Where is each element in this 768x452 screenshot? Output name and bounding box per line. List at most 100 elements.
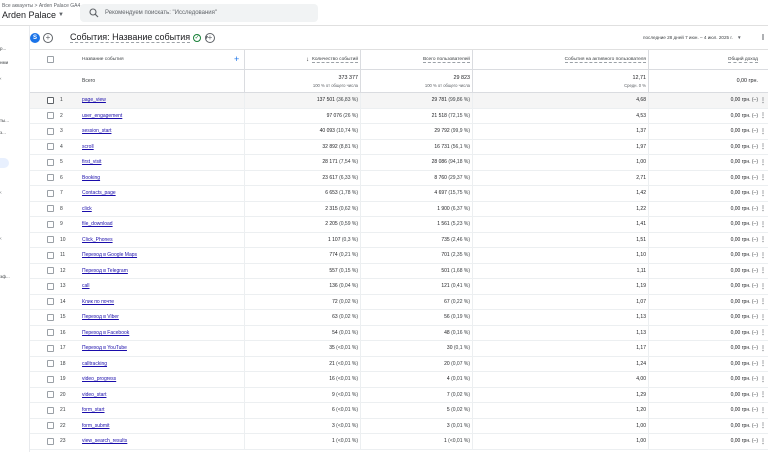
row-checkbox-cell[interactable] bbox=[45, 326, 55, 341]
event-name-cell[interactable]: video_progress bbox=[82, 372, 242, 387]
row-checkbox-cell[interactable] bbox=[45, 140, 55, 155]
event-name-cell[interactable]: session_start bbox=[82, 124, 242, 139]
row-checkbox[interactable] bbox=[46, 437, 54, 445]
more-vert-icon[interactable]: ⋮ bbox=[758, 419, 768, 434]
table-row[interactable]: 7 Contacts_page 6 653 (1,78 %) 4 697 (15… bbox=[30, 186, 768, 202]
event-name-link[interactable]: video_progress bbox=[82, 376, 116, 382]
add-comparison-button[interactable]: + bbox=[43, 33, 53, 43]
row-checkbox[interactable] bbox=[46, 313, 54, 321]
row-checkbox[interactable] bbox=[46, 236, 54, 244]
row-checkbox-cell[interactable] bbox=[45, 419, 55, 434]
table-row[interactable]: 17 Переход в YouTube 35 (<0,01 %) 30 (0,… bbox=[30, 341, 768, 357]
table-row[interactable]: 10 Click_Phones 1 107 (0,3 %) 735 (2,46 … bbox=[30, 232, 768, 248]
event-name-link[interactable]: Переход в Viber bbox=[82, 314, 119, 320]
row-checkbox[interactable] bbox=[46, 267, 54, 275]
event-name-link[interactable]: session_start bbox=[82, 128, 111, 134]
row-checkbox-cell[interactable] bbox=[45, 403, 55, 418]
row-checkbox-cell[interactable] bbox=[45, 341, 55, 356]
event-name-cell[interactable]: scroll bbox=[82, 140, 242, 155]
table-row[interactable]: 5 first_visit 28 171 (7,54 %) 28 086 (94… bbox=[30, 155, 768, 171]
event-name-cell[interactable]: form_start bbox=[82, 403, 242, 418]
nav-fragment[interactable]: эф... bbox=[0, 274, 10, 279]
event-name-link[interactable]: Переход в YouTube bbox=[82, 345, 127, 351]
table-row[interactable]: 6 Booking 23 617 (6,33 %) 8 760 (29,37 %… bbox=[30, 170, 768, 186]
share-icon[interactable] bbox=[762, 33, 768, 41]
table-row[interactable]: 9 file_download 2 205 (0,59 %) 1 561 (5,… bbox=[30, 217, 768, 233]
row-checkbox[interactable] bbox=[46, 282, 54, 290]
table-row[interactable]: 4 scroll 32 892 (8,81 %) 16 731 (56,1 %)… bbox=[30, 139, 768, 155]
row-checkbox[interactable] bbox=[46, 174, 54, 182]
row-checkbox[interactable] bbox=[46, 189, 54, 197]
event-name-cell[interactable]: Contacts_page bbox=[82, 186, 242, 201]
event-name-link[interactable]: Click_Phones bbox=[82, 237, 113, 243]
row-checkbox-cell[interactable] bbox=[45, 248, 55, 263]
more-vert-icon[interactable]: ⋮ bbox=[758, 171, 768, 186]
event-name-link[interactable]: Booking bbox=[82, 175, 100, 181]
date-range-picker[interactable]: последние 28 дней 7 июн. – 4 июл. 2025 г… bbox=[643, 35, 742, 40]
column-header-per-user[interactable]: События на активного пользователя bbox=[472, 50, 646, 69]
nav-fragment[interactable]: з... bbox=[0, 130, 6, 135]
row-checkbox[interactable] bbox=[46, 375, 54, 383]
row-checkbox-cell[interactable] bbox=[45, 155, 55, 170]
segment-badge[interactable]: S bbox=[30, 33, 40, 43]
row-checkbox[interactable] bbox=[46, 96, 54, 104]
column-header-count[interactable]: ↓ Количество событий bbox=[244, 50, 358, 69]
table-row[interactable]: 19 video_progress 16 (<0,01 %) 4 (0,01 %… bbox=[30, 372, 768, 388]
event-name-cell[interactable]: Booking bbox=[82, 171, 242, 186]
column-header-name[interactable]: Название события bbox=[82, 50, 242, 69]
nav-fragment[interactable]: ты... bbox=[0, 118, 9, 123]
nav-fragment[interactable]: ‹ bbox=[0, 76, 2, 81]
more-vert-icon[interactable]: ⋮ bbox=[758, 186, 768, 201]
row-checkbox[interactable] bbox=[46, 344, 54, 352]
search-bar[interactable]: Рекомендуем поискать: "Исследования" bbox=[80, 4, 318, 22]
event-name-link[interactable]: Contacts_page bbox=[82, 190, 116, 196]
row-checkbox[interactable] bbox=[46, 127, 54, 135]
row-checkbox[interactable] bbox=[46, 143, 54, 151]
event-name-link[interactable]: Переход в Facebook bbox=[82, 330, 129, 336]
event-name-cell[interactable]: user_engagement bbox=[82, 109, 242, 124]
event-name-link[interactable]: calltracking bbox=[82, 361, 107, 367]
row-checkbox[interactable] bbox=[46, 251, 54, 259]
table-row[interactable]: 13 call 136 (0,04 %) 121 (0,41 %) 1,19 0… bbox=[30, 279, 768, 295]
row-checkbox-cell[interactable] bbox=[45, 264, 55, 279]
more-vert-icon[interactable]: ⋮ bbox=[758, 310, 768, 325]
table-row[interactable]: 11 Переход в Google Maps 774 (0,21 %) 70… bbox=[30, 248, 768, 264]
event-name-link[interactable]: file_download bbox=[82, 221, 113, 227]
row-checkbox-cell[interactable] bbox=[45, 202, 55, 217]
more-vert-icon[interactable]: ⋮ bbox=[758, 326, 768, 341]
table-row[interactable]: 12 Переход в Telegram 557 (0,15 %) 501 (… bbox=[30, 263, 768, 279]
table-row[interactable]: 3 session_start 40 093 (10,74 %) 29 792 … bbox=[30, 124, 768, 140]
event-name-cell[interactable]: view_search_results bbox=[82, 434, 242, 449]
event-name-link[interactable]: page_view bbox=[82, 97, 106, 103]
event-name-cell[interactable]: Переход в YouTube bbox=[82, 341, 242, 356]
column-header-revenue[interactable]: Общий доход bbox=[648, 50, 758, 69]
nav-fragment[interactable]: нми bbox=[0, 60, 8, 65]
more-vert-icon[interactable]: ⋮ bbox=[758, 217, 768, 232]
more-vert-icon[interactable]: ⋮ bbox=[758, 155, 768, 170]
event-name-cell[interactable]: calltracking bbox=[82, 357, 242, 372]
event-name-cell[interactable]: call bbox=[82, 279, 242, 294]
event-name-cell[interactable]: video_start bbox=[82, 388, 242, 403]
row-checkbox[interactable] bbox=[46, 422, 54, 430]
row-checkbox-cell[interactable] bbox=[45, 388, 55, 403]
event-name-link[interactable]: form_submit bbox=[82, 423, 110, 429]
row-checkbox[interactable] bbox=[46, 220, 54, 228]
more-vert-icon[interactable]: ⋮ bbox=[758, 93, 768, 108]
column-header-users[interactable]: Всего пользователей bbox=[360, 50, 470, 69]
row-checkbox-cell[interactable] bbox=[45, 357, 55, 372]
table-row[interactable]: 20 video_start 9 (<0,01 %) 7 (0,02 %) 1,… bbox=[30, 387, 768, 403]
more-vert-icon[interactable]: ⋮ bbox=[758, 403, 768, 418]
more-vert-icon[interactable]: ⋮ bbox=[758, 109, 768, 124]
more-vert-icon[interactable]: ⋮ bbox=[758, 233, 768, 248]
nav-fragment[interactable]: ‹ bbox=[0, 236, 2, 242]
event-name-cell[interactable]: file_download bbox=[82, 217, 242, 232]
row-checkbox-cell[interactable] bbox=[45, 217, 55, 232]
event-name-link[interactable]: Переход в Telegram bbox=[82, 268, 128, 274]
table-row[interactable]: 1 page_view 137 501 (36,83 %) 29 781 (99… bbox=[30, 93, 768, 109]
select-all-checkbox-cell[interactable] bbox=[45, 50, 55, 69]
table-row[interactable]: 14 Клик по почте 72 (0,02 %) 67 (0,22 %)… bbox=[30, 294, 768, 310]
table-row[interactable]: 16 Переход в Facebook 54 (0,01 %) 48 (0,… bbox=[30, 325, 768, 341]
event-name-cell[interactable]: Переход в Telegram bbox=[82, 264, 242, 279]
row-checkbox[interactable] bbox=[46, 406, 54, 414]
more-vert-icon[interactable]: ⋮ bbox=[758, 248, 768, 263]
